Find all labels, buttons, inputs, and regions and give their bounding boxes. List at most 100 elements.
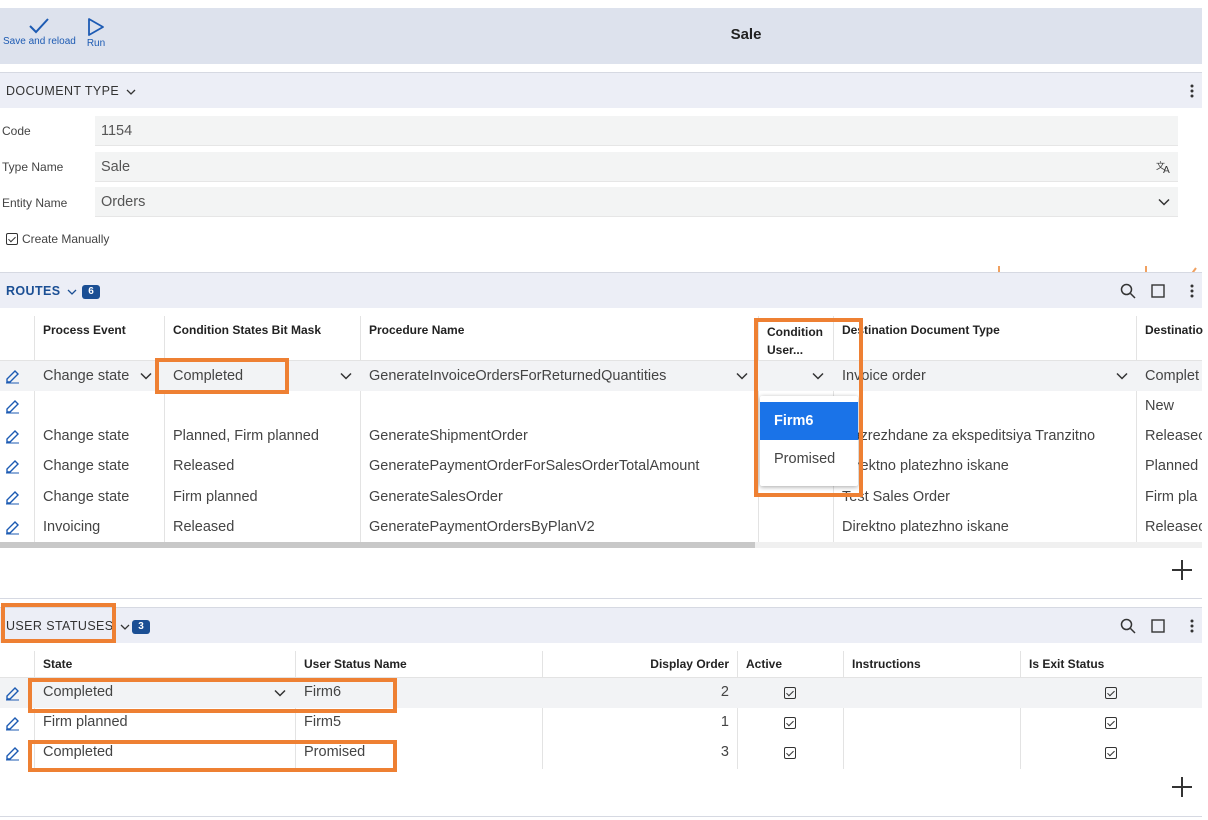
col-destination[interactable]: Destinatio — [1145, 323, 1203, 337]
edit-icon[interactable] — [5, 459, 20, 474]
edit-icon[interactable] — [5, 490, 20, 505]
process-event-cell[interactable]: Change state — [43, 458, 129, 474]
edit-icon[interactable] — [5, 686, 20, 701]
destination-document-type-cell[interactable]: Direktno platezhno iskane — [842, 458, 1009, 474]
entity-name-select[interactable]: Orders — [95, 187, 1178, 217]
col-active[interactable]: Active — [746, 657, 782, 671]
active-checkbox[interactable] — [784, 687, 796, 699]
process-event-cell[interactable]: Change state — [43, 489, 129, 505]
edit-icon[interactable] — [5, 399, 20, 414]
col-process-event[interactable]: Process Event — [43, 323, 126, 337]
highlight-box — [155, 358, 289, 394]
display-order-cell[interactable]: 2 — [542, 684, 729, 700]
plus-icon[interactable] — [1171, 776, 1193, 798]
exit-status-checkbox[interactable] — [1105, 747, 1117, 759]
chevron-down-icon[interactable] — [1116, 372, 1128, 380]
routes-grid: Process Event Condition States Bit Mask … — [0, 316, 1203, 548]
edit-icon[interactable] — [5, 746, 20, 761]
chevron-down-icon — [126, 89, 136, 95]
chevron-down-icon[interactable] — [140, 372, 152, 380]
col-is-exit-status[interactable]: Is Exit Status — [1029, 657, 1104, 671]
chevron-down-icon — [120, 624, 130, 630]
col-condition-states-bit-mask[interactable]: Condition States Bit Mask — [173, 323, 321, 337]
display-order-cell[interactable]: 3 — [542, 744, 729, 760]
condition-mask-cell[interactable]: Planned, Firm planned — [173, 428, 319, 444]
horizontal-scrollbar-thumb[interactable] — [0, 542, 755, 548]
routes-title: ROUTES — [6, 284, 77, 298]
highlight-box — [28, 678, 397, 713]
document-type-title: DOCUMENT TYPE — [6, 84, 136, 98]
divider — [0, 598, 1202, 599]
process-event-cell[interactable]: Change state — [43, 368, 129, 384]
active-checkbox[interactable] — [784, 747, 796, 759]
destination-cell[interactable]: Releasec — [1145, 519, 1202, 535]
active-checkbox[interactable] — [784, 717, 796, 729]
procedure-name-cell[interactable]: GenerateShipmentOrder — [369, 428, 528, 444]
condition-mask-cell[interactable]: Released — [173, 519, 234, 535]
page-title: Sale — [730, 26, 762, 43]
create-manually-checkbox[interactable]: Create Manually — [6, 232, 109, 246]
highlight-box — [28, 740, 397, 772]
destination-cell[interactable]: New — [1145, 398, 1202, 414]
col-procedure-name[interactable]: Procedure Name — [369, 323, 464, 337]
highlight-box — [754, 318, 863, 497]
user-statuses-header[interactable]: USER STATUSES 3 — [0, 607, 1202, 643]
exit-status-checkbox[interactable] — [1105, 687, 1117, 699]
square-icon[interactable] — [1151, 619, 1165, 633]
procedure-name-cell[interactable]: GenerateInvoiceOrdersForReturnedQuantiti… — [369, 368, 666, 384]
condition-mask-cell[interactable]: Firm planned — [173, 489, 258, 505]
col-destination-document-type[interactable]: Destination Document Type — [842, 323, 1000, 337]
procedure-name-cell[interactable]: GenerateSalesOrder — [369, 489, 503, 505]
routes-count-badge: 6 — [82, 285, 100, 299]
condition-mask-cell[interactable]: Released — [173, 458, 234, 474]
divider — [0, 816, 1202, 817]
chevron-down-icon — [1158, 198, 1170, 206]
exit-status-checkbox[interactable] — [1105, 717, 1117, 729]
chevron-down-icon[interactable] — [736, 372, 748, 380]
display-order-cell[interactable]: 1 — [542, 714, 729, 730]
col-user-status-name[interactable]: User Status Name — [304, 657, 407, 671]
procedure-name-cell[interactable]: GeneratePaymentOrdersByPlanV2 — [369, 519, 595, 535]
highlight-box — [1, 603, 116, 643]
col-display-order[interactable]: Display Order — [542, 657, 729, 671]
kebab-menu-icon[interactable] — [1190, 83, 1194, 99]
destination-cell[interactable]: Complet — [1145, 368, 1202, 384]
state-cell[interactable]: Firm planned — [43, 714, 128, 730]
edit-icon[interactable] — [5, 369, 20, 384]
edit-icon[interactable] — [5, 429, 20, 444]
destination-cell[interactable]: Planned — [1145, 458, 1202, 474]
square-icon[interactable] — [1151, 284, 1165, 298]
search-icon[interactable] — [1120, 283, 1136, 299]
svg-text:A: A — [1163, 165, 1170, 174]
edit-icon[interactable] — [5, 716, 20, 731]
document-type-header[interactable]: DOCUMENT TYPE — [0, 72, 1202, 108]
entity-name-value: Orders — [101, 194, 146, 210]
user-statuses-count-badge: 3 — [132, 620, 150, 634]
plus-icon[interactable] — [1171, 559, 1193, 581]
kebab-menu-icon[interactable] — [1190, 283, 1194, 299]
chevron-down-icon — [67, 289, 77, 295]
entity-name-label: Entity Name — [2, 196, 68, 210]
process-event-cell[interactable]: Invoicing — [43, 519, 100, 535]
chevron-down-icon[interactable] — [340, 372, 352, 380]
type-name-value: Sale — [101, 159, 131, 175]
process-event-cell[interactable]: Change state — [43, 428, 129, 444]
destination-cell[interactable]: Firm pla — [1145, 489, 1202, 505]
code-label: Code — [2, 124, 31, 138]
search-icon[interactable] — [1120, 618, 1136, 634]
user-status-name-cell[interactable]: Firm5 — [304, 714, 341, 730]
create-manually-label: Create Manually — [22, 232, 110, 246]
code-field[interactable]: 1154 — [95, 116, 1178, 146]
edit-icon[interactable] — [5, 520, 20, 535]
destination-document-type-cell[interactable]: Direktno platezhno iskane — [842, 519, 1009, 535]
destination-document-type-cell[interactable]: Razrezhdane za ekspeditsiya Tranzitno — [842, 428, 1095, 444]
procedure-name-cell[interactable]: GeneratePaymentOrderForSalesOrderTotalAm… — [369, 458, 699, 474]
col-state[interactable]: State — [43, 657, 72, 671]
destination-cell[interactable]: Releasec — [1145, 428, 1202, 444]
type-name-field[interactable]: Sale 文 A — [95, 152, 1178, 182]
routes-header[interactable]: ROUTES 6 — [0, 272, 1202, 308]
kebab-menu-icon[interactable] — [1190, 618, 1194, 634]
type-name-label: Type Name — [2, 160, 64, 174]
col-instructions[interactable]: Instructions — [852, 657, 921, 671]
translate-icon[interactable]: 文 A — [1156, 160, 1172, 174]
